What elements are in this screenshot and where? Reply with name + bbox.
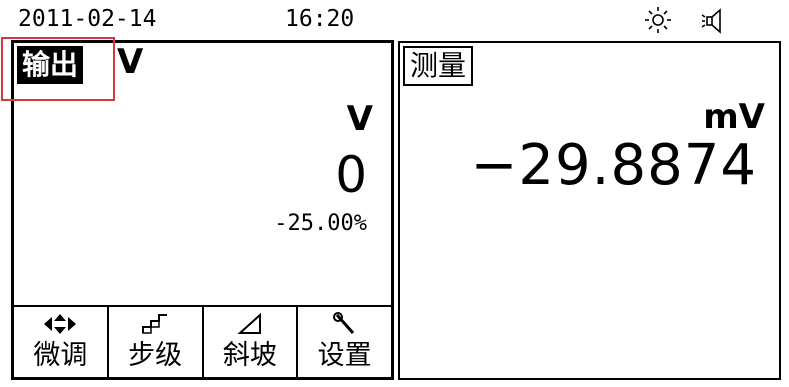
date-display: 2011-02-14 — [18, 6, 157, 32]
settings-button[interactable]: 设置 — [296, 307, 391, 379]
fine-tune-button[interactable]: 微调 — [14, 307, 107, 379]
output-percent: -25.00% — [274, 211, 367, 236]
measure-panel[interactable]: 测量 mV −29.8874 — [398, 41, 781, 380]
function-bar: 微调 步级 斜坡 设置 — [14, 305, 391, 379]
ramp-icon — [237, 312, 261, 334]
ramp-label: 斜坡 — [222, 340, 277, 371]
output-range-unit[interactable]: V — [117, 42, 143, 82]
output-value: 0 — [335, 146, 367, 204]
wrench-icon — [332, 312, 354, 334]
sun-icon[interactable] — [640, 5, 676, 35]
steps-icon — [142, 314, 168, 334]
speaker-icon[interactable] — [701, 7, 737, 35]
output-unit: V — [346, 99, 373, 139]
ramp-button[interactable]: 斜坡 — [201, 307, 297, 379]
status-bar: 2011-02-14 16:20 — [0, 0, 789, 38]
measure-tab[interactable]: 测量 — [403, 46, 474, 86]
measure-value: −29.8874 — [470, 133, 757, 198]
selection-highlight — [1, 37, 115, 101]
step-label: 步级 — [128, 340, 183, 371]
arrows-icon — [44, 314, 77, 334]
fine-tune-label: 微调 — [33, 340, 88, 371]
time-display: 16:20 — [285, 6, 355, 32]
measure-unit: mV — [703, 97, 765, 137]
step-button[interactable]: 步级 — [106, 307, 202, 379]
settings-label: 设置 — [317, 340, 372, 371]
